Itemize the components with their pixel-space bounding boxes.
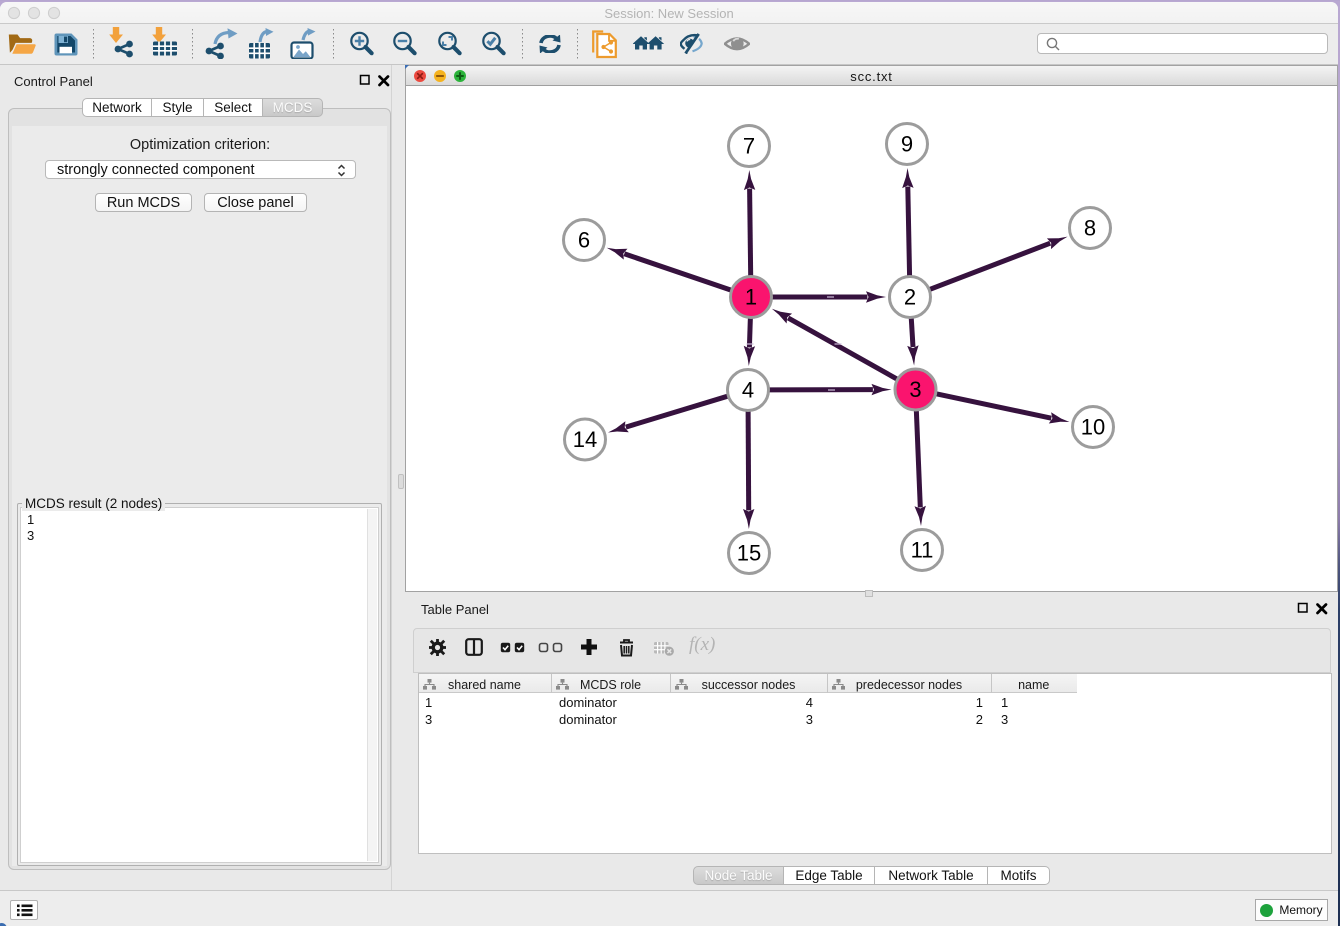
svg-text:9: 9 [901,132,913,157]
svg-text:11: 11 [911,538,934,563]
svg-text:6: 6 [578,228,590,253]
svg-text:14: 14 [573,427,597,452]
svg-text:15: 15 [737,541,761,566]
svg-text:4: 4 [742,378,754,403]
svg-text:1: 1 [745,285,757,310]
svg-text:10: 10 [1081,415,1105,440]
svg-text:3: 3 [909,377,921,402]
svg-text:7: 7 [743,134,755,159]
svg-text:8: 8 [1084,216,1096,241]
svg-text:2: 2 [904,285,916,310]
